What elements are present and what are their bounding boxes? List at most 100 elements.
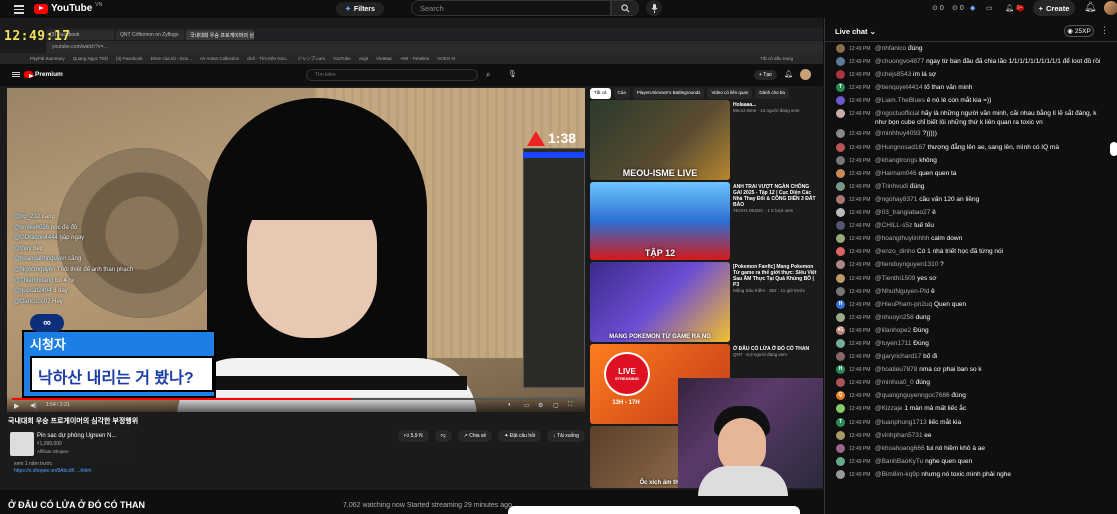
chat-author[interactable]: @tuyen1711 — [875, 340, 911, 347]
badge-2[interactable]: ⊙ 0 — [952, 2, 964, 14]
chat-message[interactable]: 12:49 PM @Kizzaje 1 màn mà mất liếc ắc — [836, 402, 1108, 415]
chat-author[interactable]: @ngoctuofficial — [875, 110, 919, 117]
chat-message[interactable]: 12:49 PM @khoahoang666 tui nó hiềm khô à … — [836, 442, 1108, 455]
chat-message[interactable]: H 12:49 PM @HieuPham-pn2uq Quen quen — [836, 298, 1108, 311]
chat-author[interactable]: @minhhuy4093 — [875, 130, 921, 137]
all-bookmarks[interactable]: Tất cả dấu trang — [760, 56, 793, 61]
chat-author[interactable]: @minhoa0_0 — [875, 379, 914, 386]
chat-message[interactable]: 12:49 PM @Liam.TheBlues ê nó lè con mắt k… — [836, 94, 1108, 107]
cast-icon[interactable]: ▭ — [986, 2, 993, 14]
avatar[interactable]: H — [836, 299, 845, 309]
bookmark[interactable]: YouTube — [333, 56, 351, 61]
avatar[interactable] — [836, 129, 845, 139]
avatar[interactable] — [836, 208, 845, 218]
inner-search-input[interactable]: Tìm kiếm — [306, 69, 478, 81]
youtube-logo[interactable]: YouTube VN — [34, 2, 102, 14]
avatar[interactable] — [836, 44, 845, 53]
chat-author[interactable]: @CHILL-s5z — [875, 222, 912, 229]
avatar[interactable] — [836, 312, 845, 322]
chat-message[interactable]: 12:49 PM @vinhphan5731 ee — [836, 429, 1108, 442]
inner-create-button[interactable]: + Tạo — [754, 70, 777, 80]
chat-author[interactable]: @03_trangiabao27 — [875, 209, 930, 216]
chip[interactable]: PlayerUnknown's Battlegrounds — [632, 88, 705, 99]
product-title[interactable]: Pin sạc dự phòng Ugreen N... — [37, 433, 116, 439]
xp-badge[interactable]: ◉ 25XP — [1064, 25, 1094, 37]
chat-message[interactable]: 12:49 PM @03_trangiabao27 ê — [836, 206, 1108, 219]
chip[interactable]: Video có liên quan — [707, 88, 753, 99]
bookmark[interactable]: vogit — [359, 56, 369, 61]
avatar[interactable] — [836, 109, 845, 119]
chat-message[interactable]: 12:49 PM @ngoctuofficial hãy là những ngư… — [836, 107, 1108, 127]
avatar[interactable] — [836, 469, 845, 479]
chat-message[interactable]: 12:49 PM @tienduynguyen1310 ? — [836, 258, 1108, 271]
share-button[interactable]: ↗ Chia sẻ — [457, 430, 493, 442]
progress-bar[interactable] — [12, 398, 578, 400]
chat-author[interactable]: @lilanhope2 — [875, 327, 911, 334]
avatar[interactable] — [836, 338, 845, 348]
chip[interactable]: Dành cho ba — [755, 88, 789, 99]
chat-author[interactable]: @Liam.TheBlues — [875, 97, 925, 104]
live-chat-dropdown[interactable]: Live chat ⌄ — [835, 27, 876, 36]
inner-avatar[interactable] — [800, 69, 811, 80]
chat-message[interactable]: 12:49 PM @chejs8543 im lá sợ — [836, 68, 1108, 81]
autoplay-toggle-icon[interactable]: ◐ — [508, 402, 512, 410]
hamburger-menu-icon[interactable] — [14, 3, 24, 14]
bookmark[interactable]: Air Antan Collection — [200, 56, 239, 61]
scroll-handle[interactable] — [1110, 142, 1117, 156]
chat-message[interactable]: Q 12:49 PM @quangnguyenngoc7686 đúng — [836, 389, 1108, 402]
chat-author[interactable]: @ngohay8371 — [875, 196, 917, 203]
chat-author[interactable]: @khangtrongs — [875, 157, 917, 164]
chat-author[interactable]: @garyrichard17 — [875, 353, 921, 360]
avatar[interactable] — [836, 260, 845, 270]
notifications-button[interactable]: 🔔︎ 9+ — [1005, 2, 1024, 14]
inner-search-icon[interactable]: ⌕ — [486, 70, 490, 80]
inner-microphone-icon[interactable]: 🎙︎ — [508, 70, 517, 78]
suggestion-info[interactable]: ANH TRAI VƯỢT NGÀN CHÔNG GAI 2025 - Tập … — [733, 184, 819, 214]
chat-author[interactable]: @Tienthi1509 — [875, 275, 915, 282]
chat-author[interactable]: @tienquyet4414 — [875, 84, 922, 91]
chat-message[interactable]: 12:49 PM @enzo_dinho Có 1 nhà triết học đ… — [836, 245, 1108, 258]
avatar[interactable] — [836, 221, 845, 231]
chat-message[interactable]: 12:49 PM @ngohay8371 cầu vấn 120 an liềng — [836, 193, 1108, 206]
chat-message[interactable]: H 12:49 PM @hoatieu7878 nma cơ phai ban so… — [836, 363, 1108, 376]
volume-icon[interactable]: ◀) — [30, 402, 37, 410]
chat-author[interactable]: @enzo_dinho — [875, 248, 915, 255]
chat-message[interactable]: #1 12:49 PM @lilanhope2 Đúng — [836, 324, 1108, 337]
avatar[interactable] — [836, 430, 845, 440]
chat-message[interactable]: 12:49 PM @tuyen1711 Đúng — [836, 337, 1108, 350]
avatar[interactable] — [836, 57, 845, 67]
suggestion-thumbnail[interactable]: TẬP 12 — [590, 182, 730, 260]
chat-author[interactable]: @BanhBaoKyTu — [875, 458, 923, 465]
bookmark[interactable]: VietMac — [376, 56, 392, 61]
bookmark[interactable]: VOEO AI — [437, 56, 455, 61]
avatar[interactable] — [836, 247, 845, 257]
avatar[interactable]: T — [836, 417, 845, 427]
chat-author[interactable]: @Trinhvudi — [875, 183, 908, 190]
bookmark[interactable]: dich - Tìm trên Goo... — [247, 56, 289, 61]
avatar[interactable] — [836, 273, 845, 283]
dislike-button[interactable]: 👎︎ — [434, 430, 452, 442]
suggestion-info[interactable]: [Pokemon Fanfic] Mang Pokemon Từ game ra… — [733, 264, 819, 294]
chat-message[interactable]: 12:49 PM @khangtrongs không — [836, 154, 1108, 167]
chat-author[interactable]: @Bim8im-kq9p — [875, 471, 920, 478]
chat-author[interactable]: @tienduynguyen1310 — [875, 261, 938, 268]
avatar[interactable] — [836, 352, 845, 362]
suggestion-thumbnail[interactable]: MEOU-ISME LIVE — [590, 100, 730, 180]
miniplayer-icon[interactable]: ▢ — [553, 402, 559, 410]
avatar[interactable] — [836, 404, 845, 414]
chat-message[interactable]: 12:49 PM @Bim8im-kq9p nhưng nó toxic mình… — [836, 468, 1108, 481]
chat-message[interactable]: 12:49 PM @garyrichard17 bố đi — [836, 350, 1108, 363]
avatar[interactable] — [836, 443, 845, 453]
filters-button[interactable]: ✦ Filters — [336, 2, 384, 16]
avatar[interactable] — [836, 181, 845, 191]
bookmark[interactable]: PayPal Summary — [30, 56, 65, 61]
chat-author[interactable]: @hoatieu7878 — [875, 366, 917, 373]
chat-message[interactable]: 12:49 PM @Trinhvudi đúng — [836, 180, 1108, 193]
chat-message[interactable]: T 12:49 PM @tuanphung1713 liếc mắt kia — [836, 416, 1108, 429]
inner-menu-icon[interactable] — [12, 71, 20, 79]
chat-author[interactable]: @NhutNguyen-Pld — [875, 288, 929, 295]
more-options-icon[interactable]: ⋮ — [1100, 25, 1109, 36]
chat-message[interactable]: 12:49 PM @minhhuy4093 ?))))) — [836, 127, 1108, 140]
avatar[interactable] — [836, 456, 845, 466]
search-button[interactable] — [611, 0, 639, 16]
